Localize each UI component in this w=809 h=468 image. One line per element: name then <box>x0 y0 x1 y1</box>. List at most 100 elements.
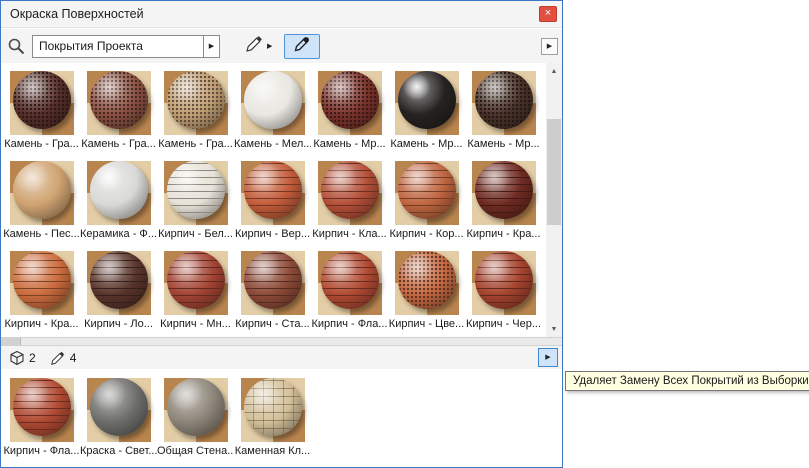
surface-cell[interactable]: Кирпич - Ло... <box>80 243 157 333</box>
scrollbar-thumb[interactable] <box>547 119 561 225</box>
surface-cell[interactable]: Кирпич - Чер... <box>465 243 542 333</box>
dialog-title: Окраска Поверхностей <box>10 7 539 21</box>
surface-thumbnail <box>395 71 459 135</box>
toolbar: ▶ ▶ <box>1 29 562 63</box>
surface-thumbnail <box>395 161 459 225</box>
material-sphere-icon <box>475 251 533 309</box>
surface-cell[interactable]: Камень - Мел... <box>234 63 311 153</box>
surface-label: Кирпич - Вер... <box>234 228 311 240</box>
material-sphere-icon <box>90 71 148 129</box>
panel-splitter[interactable] <box>1 337 562 346</box>
chevron-right-icon: ▶ <box>209 43 214 50</box>
surface-cell[interactable]: Камень - Мр... <box>311 63 388 153</box>
close-icon: × <box>545 7 551 19</box>
surface-label: Кирпич - Чер... <box>465 318 542 330</box>
selected-surfaces-count: 4 <box>70 351 77 365</box>
surface-label: Кирпич - Бел... <box>157 228 234 240</box>
surface-label: Камень - Мр... <box>465 138 542 150</box>
material-sphere-icon <box>167 71 225 129</box>
surface-thumbnail <box>241 71 305 135</box>
screen: Окраска Поверхностей × ▶ <box>0 0 809 468</box>
material-sphere-icon <box>475 71 533 129</box>
material-sphere-icon <box>398 251 456 309</box>
material-sphere-icon <box>321 251 379 309</box>
surface-cell[interactable]: Камень - Гра... <box>157 63 234 153</box>
surface-cell[interactable]: Краска - Свет... <box>80 369 157 459</box>
surface-thumbnail <box>10 161 74 225</box>
surface-cell[interactable]: Керамика - Ф... <box>80 153 157 243</box>
surface-cell[interactable]: Камень - Гра... <box>3 63 80 153</box>
surface-thumbnail <box>318 161 382 225</box>
material-sphere-icon <box>13 161 71 219</box>
surface-label: Камень - Гра... <box>3 138 80 150</box>
surface-cell[interactable]: Камень - Мр... <box>388 63 465 153</box>
surface-thumbnail <box>164 71 228 135</box>
surface-cell[interactable]: Общая Стена... <box>157 369 234 459</box>
material-sphere-icon <box>167 251 225 309</box>
selection-info-bar: 2 4 ▶ <box>1 346 562 369</box>
close-button[interactable]: × <box>539 6 557 22</box>
vertical-scrollbar[interactable]: ▲ ▼ <box>546 63 562 337</box>
selected-elements-count: 2 <box>29 351 36 365</box>
surface-cell[interactable]: Кирпич - Бел... <box>157 153 234 243</box>
material-sphere-icon <box>244 378 302 436</box>
surface-cell[interactable]: Камень - Гра... <box>80 63 157 153</box>
surface-catalog-input[interactable] <box>32 35 203 58</box>
splitter-grip[interactable] <box>1 338 21 345</box>
surface-grid: Камень - Гра...Камень - Гра...Камень - Г… <box>1 63 546 337</box>
dialog-window: Окраска Поверхностей × ▶ <box>0 0 563 468</box>
selected-elements-cube-icon <box>9 350 25 366</box>
surface-label: Кирпич - Ло... <box>80 318 157 330</box>
surface-cell[interactable]: Камень - Пес... <box>3 153 80 243</box>
selected-surfaces-brush-icon <box>50 350 66 366</box>
scroll-up-button[interactable]: ▲ <box>546 63 562 79</box>
chevron-right-icon: ▶ <box>545 354 550 361</box>
surface-cell[interactable]: Кирпич - Мн... <box>157 243 234 333</box>
material-sphere-icon <box>167 161 225 219</box>
eyedropper-button[interactable] <box>284 34 320 59</box>
arrow-up-icon: ▲ <box>551 68 558 75</box>
surface-cell[interactable]: Кирпич - Кор... <box>388 153 465 243</box>
remove-override-button[interactable]: ▶ <box>538 348 558 367</box>
material-sphere-icon <box>167 378 225 436</box>
surface-label: Общая Стена... <box>157 445 234 457</box>
surface-cell[interactable]: Кирпич - Фла... <box>3 369 80 459</box>
panel-options-button[interactable]: ▶ <box>541 38 558 55</box>
surface-label: Камень - Гра... <box>80 138 157 150</box>
material-sphere-icon <box>321 71 379 129</box>
surface-catalog-combo[interactable]: ▶ <box>32 35 220 58</box>
paint-applicator-icon <box>245 34 264 58</box>
surface-cell[interactable]: Кирпич - Ста... <box>234 243 311 333</box>
selection-grid: Кирпич - Фла...Краска - Свет...Общая Сте… <box>1 369 562 467</box>
surface-cell[interactable]: Кирпич - Цве... <box>388 243 465 333</box>
title-bar[interactable]: Окраска Поверхностей × <box>1 1 562 28</box>
surface-thumbnail <box>241 251 305 315</box>
surface-label: Кирпич - Ста... <box>234 318 311 330</box>
surface-cell[interactable]: Кирпич - Кра... <box>465 153 542 243</box>
material-sphere-icon <box>244 71 302 129</box>
surface-label: Каменная Кл... <box>234 445 311 457</box>
scroll-down-button[interactable]: ▼ <box>546 321 562 337</box>
surface-label: Кирпич - Цве... <box>388 318 465 330</box>
surface-thumbnail <box>87 161 151 225</box>
surface-cell[interactable]: Кирпич - Кла... <box>311 153 388 243</box>
material-sphere-icon <box>13 71 71 129</box>
material-sphere-icon <box>244 251 302 309</box>
surface-cell[interactable]: Кирпич - Вер... <box>234 153 311 243</box>
material-sphere-icon <box>90 251 148 309</box>
surface-label: Камень - Мр... <box>311 138 388 150</box>
surface-cell[interactable]: Кирпич - Кра... <box>3 243 80 333</box>
apply-surface-tool-button[interactable]: ▶ <box>242 33 275 59</box>
tooltip: Удаляет Замену Всех Покрытий из Выборки <box>565 371 809 391</box>
surface-cell[interactable]: Каменная Кл... <box>234 369 311 459</box>
surface-cell[interactable]: Кирпич - Фла... <box>311 243 388 333</box>
surface-label: Кирпич - Фла... <box>311 318 388 330</box>
catalog-dropdown-button[interactable]: ▶ <box>203 35 220 58</box>
surface-thumbnail <box>318 251 382 315</box>
surface-cell[interactable]: Камень - Мр... <box>465 63 542 153</box>
surface-thumbnail <box>241 378 305 442</box>
surface-thumbnail <box>87 251 151 315</box>
material-sphere-icon <box>90 378 148 436</box>
surface-label: Краска - Свет... <box>80 445 157 457</box>
surface-label: Кирпич - Кла... <box>311 228 388 240</box>
